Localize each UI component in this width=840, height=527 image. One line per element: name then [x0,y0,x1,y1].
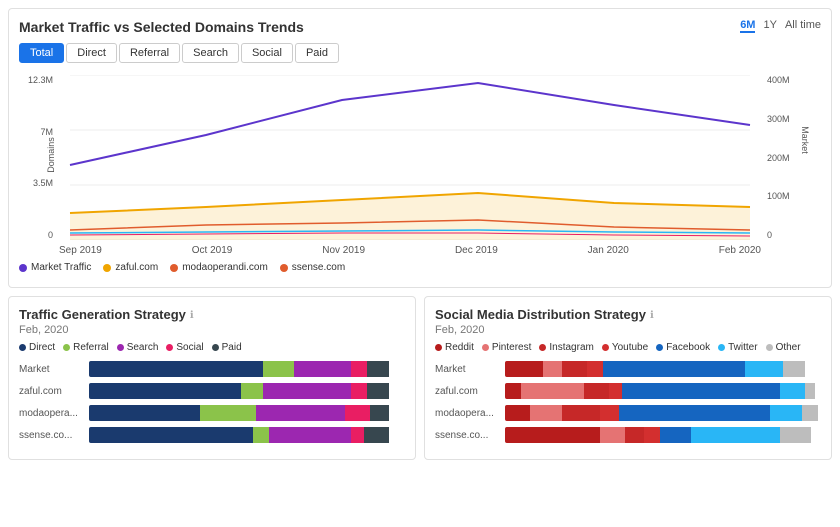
legend-circle-instagram [539,344,546,351]
time-controls: 6M 1Y All time [740,19,821,33]
traffic-panel: Traffic Generation Strategy ℹ Feb, 2020 … [8,296,416,460]
traffic-panel-title: Traffic Generation Strategy [19,307,186,322]
time-1y[interactable]: 1Y [763,19,776,33]
legend-pinterest: Pinterest [482,342,531,353]
legend-circle-other [766,344,773,351]
traffic-row-ssense: ssense.co... [19,427,405,443]
tab-paid[interactable]: Paid [295,43,339,63]
tab-bar: Total Direct Referral Search Social Paid [19,43,339,63]
segment-direct [89,361,263,377]
chart-svg [61,75,759,240]
legend-reddit: Reddit [435,342,474,353]
legend-ssense: ssense.com [280,262,345,273]
y-axis-left-label: Domains [46,137,56,173]
legend-circle-referral [63,344,70,351]
social-panel: Social Media Distribution Strategy ℹ Feb… [424,296,832,460]
social-row-market: Market [435,361,821,377]
social-panel-title: Social Media Distribution Strategy [435,307,646,322]
social-row-zaful: zaful.com [435,383,821,399]
traffic-legend: Direct Referral Search Social Paid [19,342,405,353]
legend-market: Market Traffic [19,262,91,273]
legend-circle-twitter [718,344,725,351]
social-row-modaoperandi: modaopera... [435,405,821,421]
traffic-row-zaful: zaful.com [19,383,405,399]
legend-youtube: Youtube [602,342,648,353]
legend-search: Search [117,342,159,353]
time-alltime[interactable]: All time [785,19,821,33]
legend-dot-ssense [280,264,288,272]
social-info-icon[interactable]: ℹ [650,310,654,321]
traffic-row-market: Market [19,361,405,377]
legend-circle-pinterest [482,344,489,351]
legend-circle-facebook [656,344,663,351]
legend-circle-search [117,344,124,351]
tab-search[interactable]: Search [182,43,239,63]
legend-twitter: Twitter [718,342,757,353]
tab-referral[interactable]: Referral [119,43,180,63]
legend-paid: Paid [212,342,242,353]
chart-legend: Market Traffic zaful.com modaoperandi.co… [19,262,821,273]
legend-circle-paid [212,344,219,351]
bottom-panels: Traffic Generation Strategy ℹ Feb, 2020 … [8,296,832,460]
legend-referral: Referral [63,342,109,353]
social-legend: Reddit Pinterest Instagram Youtube Faceb… [435,342,821,353]
legend-other: Other [766,342,801,353]
legend-social: Social [166,342,203,353]
y-axis-right: 400M 300M 200M 100M 0 [763,75,821,240]
segment-referral [263,361,295,377]
tab-direct[interactable]: Direct [66,43,117,63]
traffic-row-modaoperandi: modaopera... [19,405,405,421]
tab-social[interactable]: Social [241,43,293,63]
tab-total[interactable]: Total [19,43,64,63]
legend-modaoperandi: modaoperandi.com [170,262,268,273]
time-6m[interactable]: 6M [740,19,755,33]
legend-facebook: Facebook [656,342,710,353]
legend-dot-market [19,264,27,272]
legend-zaful: zaful.com [103,262,158,273]
legend-circle-social [166,344,173,351]
legend-circle-youtube [602,344,609,351]
legend-circle-direct [19,344,26,351]
y-axis-right-label: Market [800,126,810,154]
social-row-ssense: ssense.co... [435,427,821,443]
legend-dot-modaoperandi [170,264,178,272]
legend-circle-reddit [435,344,442,351]
social-panel-date: Feb, 2020 [435,324,821,336]
legend-instagram: Instagram [539,342,593,353]
legend-dot-zaful [103,264,111,272]
segment-social [351,361,367,377]
legend-direct: Direct [19,342,55,353]
chart-panel: Market Traffic vs Selected Domains Trend… [8,8,832,288]
segment-paid [367,361,389,377]
traffic-info-icon[interactable]: ℹ [190,310,194,321]
x-axis-labels: Sep 2019 Oct 2019 Nov 2019 Dec 2019 Jan … [59,245,761,256]
traffic-panel-date: Feb, 2020 [19,324,405,336]
segment-search [294,361,351,377]
chart-title: Market Traffic vs Selected Domains Trend… [19,19,821,35]
